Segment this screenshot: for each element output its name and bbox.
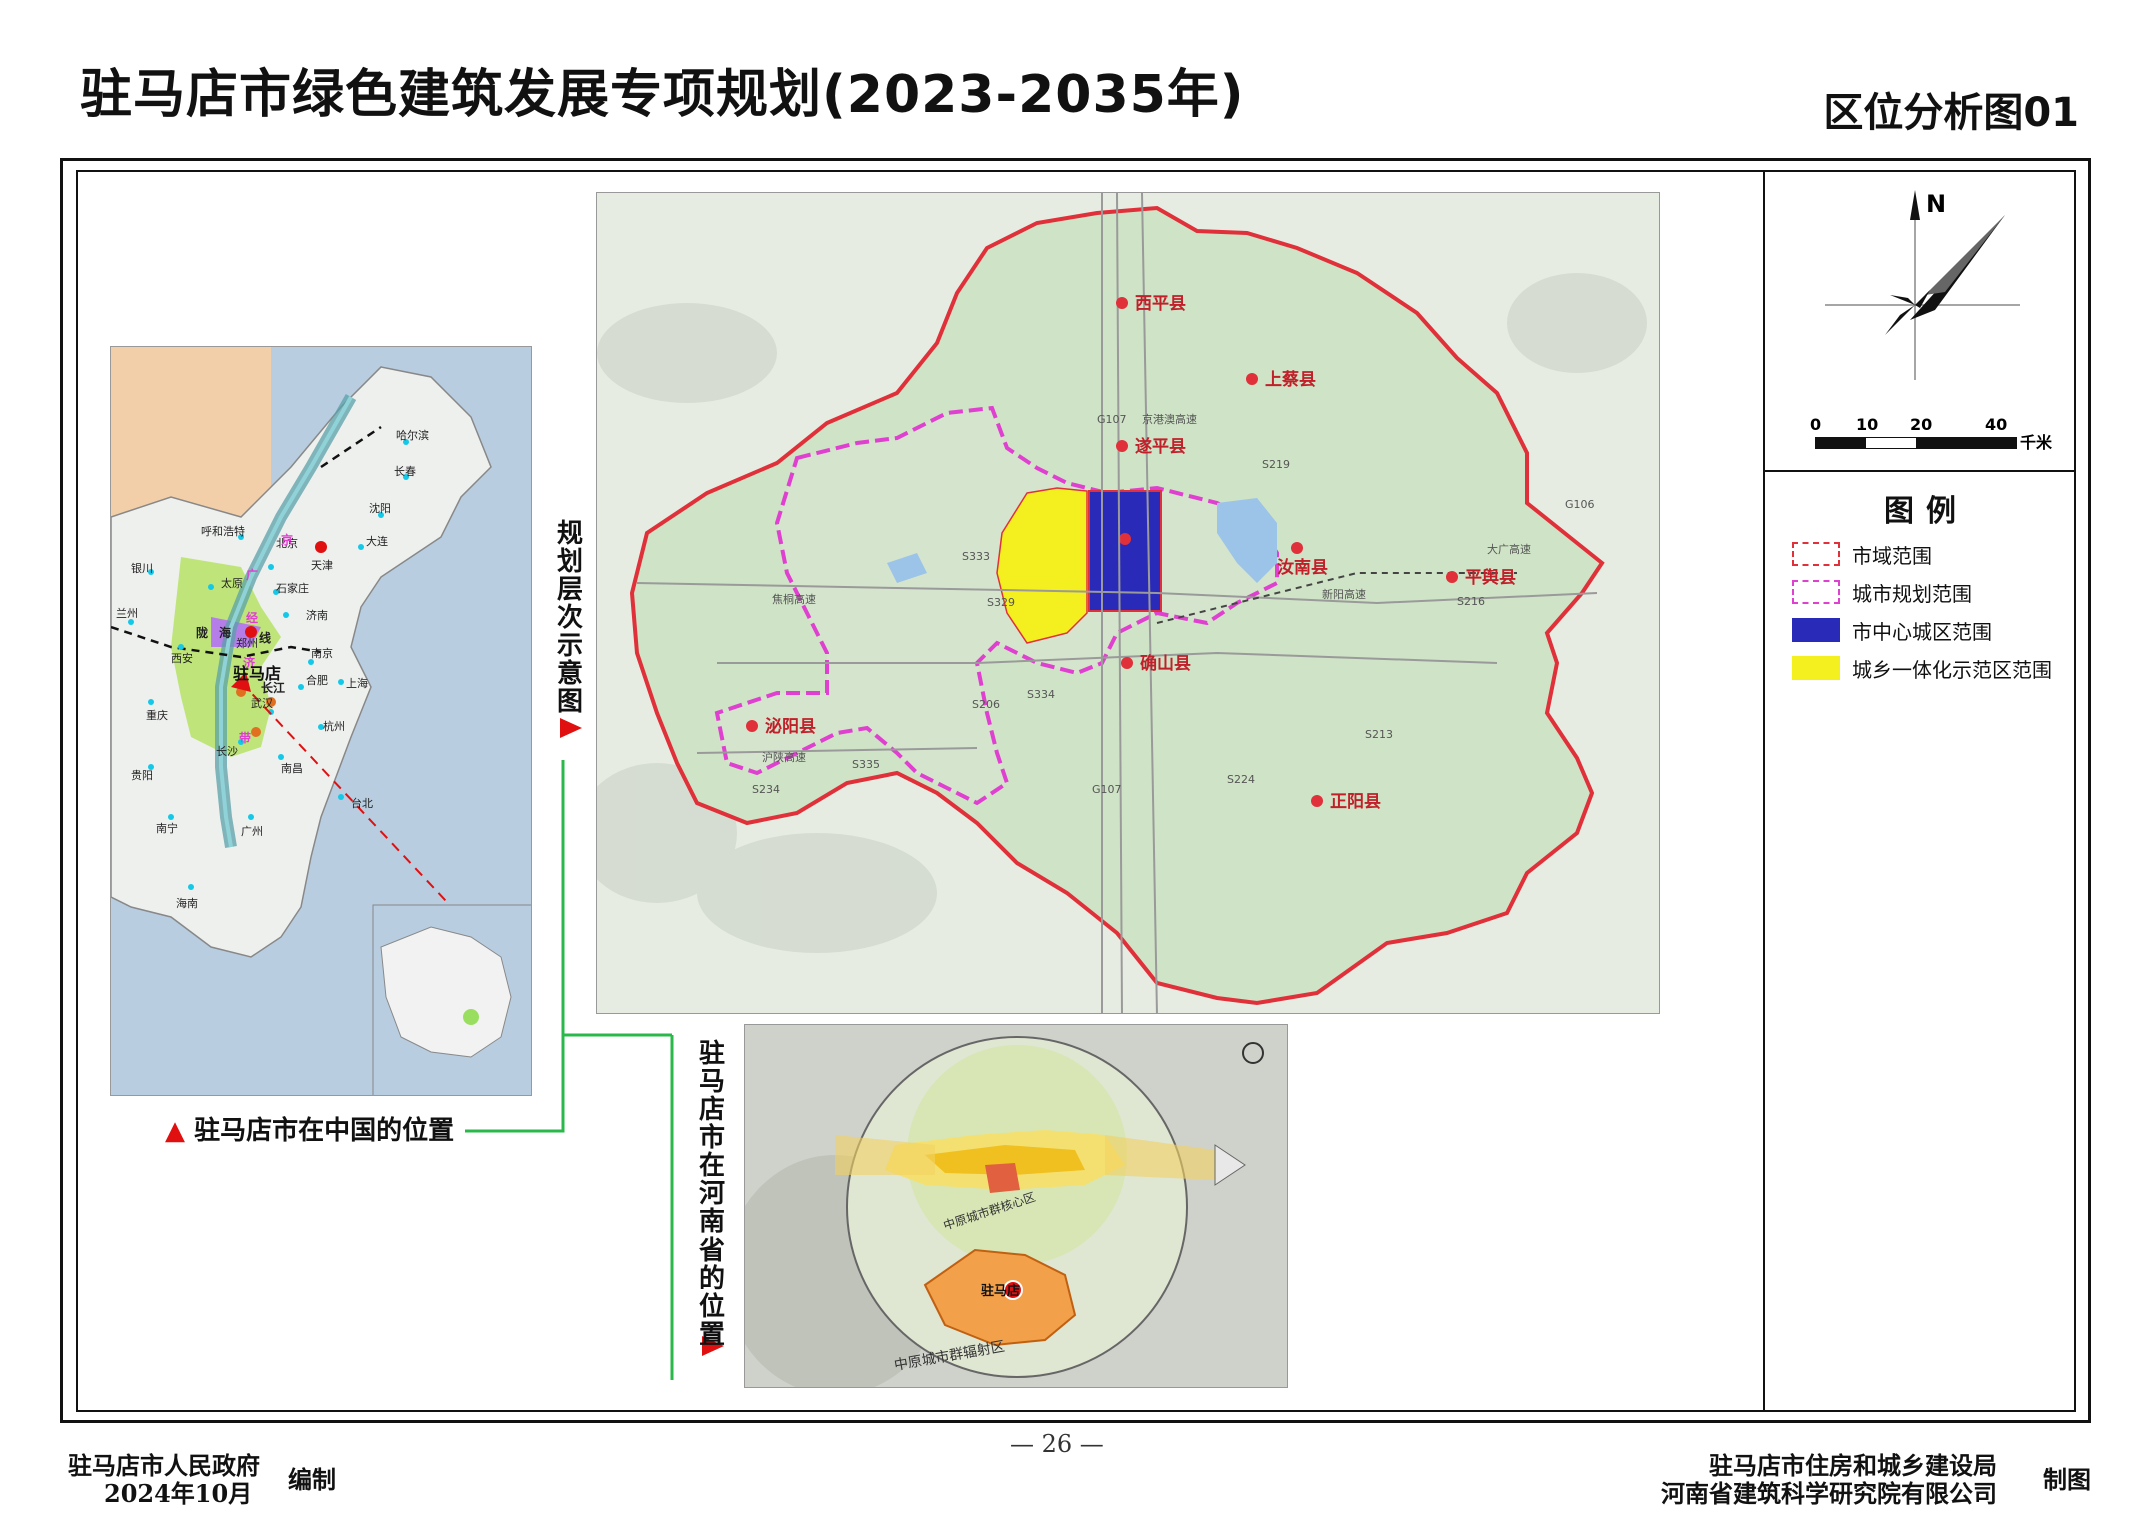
road-label: S329 [987, 596, 1015, 609]
henan-center-label: 驻马店 [981, 1283, 1020, 1299]
legend-label: 市中心城区范围 [1852, 619, 1992, 644]
legend-item-city-boundary: 市域范围 [1792, 540, 1932, 568]
legend-item-demo-zone: 城乡一体化示范区范围 [1792, 654, 2052, 682]
road-label: S224 [1227, 773, 1255, 786]
north-arrow-and-scale: N 0 10 20 40 千米 [1810, 190, 2053, 452]
page-number: — 26 — [1010, 1430, 1104, 1458]
road-label: S335 [852, 758, 880, 771]
road-label: S234 [752, 783, 780, 796]
county-label-zhengyang: 正阳县 [1330, 792, 1381, 812]
road-label: G107 [1092, 783, 1122, 796]
arrow-icon [560, 718, 582, 738]
legend-item-center-city: 市中心城区范围 [1792, 616, 1992, 644]
county-label-xiping: 西平县 [1135, 294, 1186, 314]
legend-label: 城乡一体化示范区范围 [1852, 657, 2052, 682]
road-label: S333 [962, 550, 990, 563]
road-label: G106 [1565, 498, 1595, 511]
henan-location-label: 驻马店市在河南省的位置 [698, 1039, 725, 1350]
county-label-biyang: 泌阳县 [765, 716, 816, 737]
road-label: 大广高速 [1487, 542, 1531, 556]
road-label: S206 [972, 698, 1000, 711]
scale-unit-label: 千米 [2020, 433, 2053, 452]
road-label: S334 [1027, 688, 1055, 701]
legend-swatch [1792, 542, 1840, 566]
footer-left-role: 编制 [288, 1465, 336, 1494]
footer-right-role: 制图 [2043, 1465, 2091, 1494]
scale-tick-label: 20 [1910, 415, 1932, 434]
road-label: S213 [1365, 728, 1393, 741]
road-label: 京港澳高速 [1142, 412, 1197, 426]
planning-levels-map: 西平县 上蔡县 遂平县 汝南县 平舆县 确山县 泌阳县 正阳县 G107 京港澳… [596, 192, 1660, 1014]
scale-tick-label: 40 [1985, 415, 2007, 434]
scale-tick-label: 10 [1856, 415, 1878, 434]
road-label: S219 [1262, 458, 1290, 471]
road-label: G107 [1097, 413, 1127, 426]
legend-label: 市域范围 [1852, 543, 1932, 568]
road-label: S216 [1457, 595, 1485, 608]
road-label: 焦桐高速 [772, 592, 816, 606]
legend-label: 城市规划范围 [1852, 581, 1972, 606]
legend-item-plan-boundary: 城市规划范围 [1792, 578, 1972, 606]
north-arrow-icon [1825, 190, 2020, 380]
legend-title: 图例 [1884, 494, 1968, 529]
scale-tick-label: 0 [1810, 415, 1821, 434]
road-label: 沪陕高速 [762, 750, 806, 764]
legend-swatch [1792, 618, 1840, 642]
footer-left-date: 2024年10月 [104, 1479, 253, 1508]
road-label: 新阳高速 [1322, 587, 1366, 601]
county-label-pingyu: 平舆县 [1465, 567, 1516, 588]
county-label-shangcai: 上蔡县 [1265, 370, 1316, 390]
henan-location-map: 驻马店 中原城市群核心区 中原城市群辐射区 [744, 1024, 1288, 1388]
legend-swatch [1792, 656, 1840, 680]
planning-levels-label: 规划层次示意图 [556, 519, 583, 718]
north-label: N [1926, 190, 1946, 218]
scale-bar [1815, 437, 2017, 449]
footer-right-org-2: 河南省建筑科学研究院有限公司 [1661, 1479, 1997, 1508]
legend-swatch [1792, 580, 1840, 604]
county-label-queshan: 确山县 [1140, 653, 1191, 674]
county-label-runan: 汝南县 [1277, 557, 1328, 578]
county-label-suiping: 遂平县 [1135, 436, 1186, 457]
